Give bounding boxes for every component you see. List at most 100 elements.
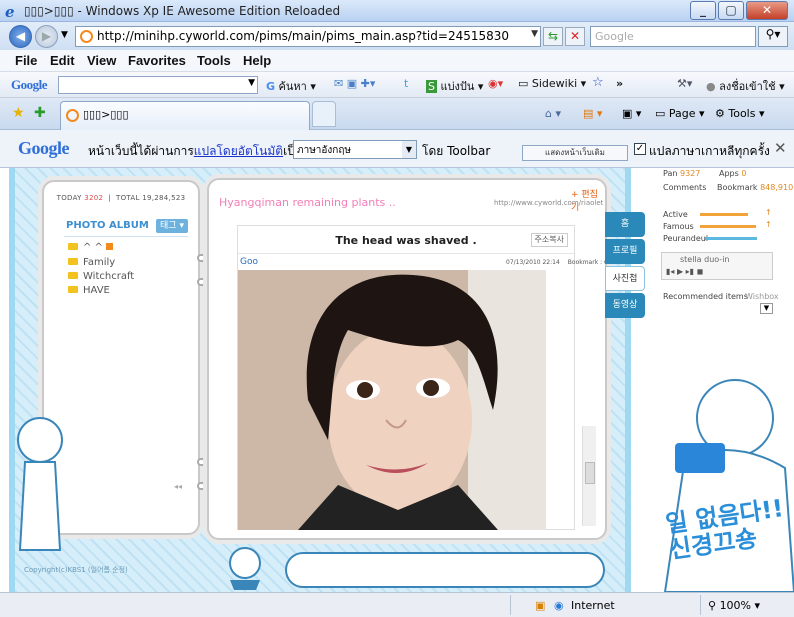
tab-home[interactable]: 홈 xyxy=(605,212,645,237)
window-title-bar: e ▯▯▯>▯▯▯ - Windows Xp IE Awesome Editio… xyxy=(0,0,794,22)
post-author[interactable]: Goo xyxy=(240,257,258,267)
tools-menu[interactable]: ⚙ Tools ▾ xyxy=(715,107,765,120)
stop-button[interactable]: ✕ xyxy=(565,27,585,46)
always-translate-checkbox[interactable]: ✓ xyxy=(634,143,646,155)
translate-message: หน้าเว็บนี้ได้ผ่านการแปลโดยอัตโนมัติเป็น xyxy=(88,144,303,158)
scroll-arrows-icon[interactable]: ◂◂ xyxy=(174,482,182,491)
cartoon-girl-icon xyxy=(229,547,261,590)
menu-view[interactable]: View xyxy=(87,53,116,68)
zoom-level[interactable]: ⚲ 100% ▾ xyxy=(708,599,760,612)
address-dropdown-icon[interactable]: ▼ xyxy=(531,29,538,39)
address-bar-input[interactable]: http://minihp.cyworld.com/pims/main/pims… xyxy=(75,26,541,47)
favorites-star-icon[interactable]: ★ xyxy=(12,105,25,121)
tab-photo-album[interactable]: 사진첩 xyxy=(605,266,645,291)
chevron-down-icon: ▼ xyxy=(402,141,416,158)
new-badge-icon xyxy=(105,243,113,250)
by-toolbar-label: โดย Toolbar xyxy=(422,144,491,158)
up-arrow-icon: ↑ xyxy=(765,220,772,229)
menu-help[interactable]: Help xyxy=(243,53,271,68)
translate-icon[interactable]: ◉▾ xyxy=(488,77,503,90)
language-select[interactable]: ภาษาอังกฤษ ▼ xyxy=(293,140,417,159)
print-icon[interactable]: ▣ ▾ xyxy=(622,107,641,120)
maximize-button[interactable]: ▢ xyxy=(718,1,744,20)
back-button[interactable]: ◀ xyxy=(9,25,32,48)
up-arrow-icon: ↑ xyxy=(765,208,772,217)
sidewiki-button[interactable]: ▭ Sidewiki ▾ xyxy=(518,77,586,90)
always-translate-label: แปลภาษาเกาหลีทุกครั้ง xyxy=(649,144,770,158)
album-heading: Hyangqiman remaining plants .. xyxy=(219,196,396,209)
menu-favorites[interactable]: Favorites xyxy=(128,53,186,68)
protected-mode-icon: ▣ xyxy=(535,599,546,612)
scrollbar-thumb[interactable] xyxy=(585,462,595,484)
feeds-icon[interactable]: ▤ ▾ xyxy=(583,107,602,120)
folder-item[interactable]: ^ ^ xyxy=(68,242,113,253)
ie-logo-icon: e xyxy=(5,3,15,21)
folder-icon xyxy=(68,286,78,293)
photo-post: The head was shaved . 주소복사 Goo 07/13/201… xyxy=(237,225,612,530)
home-icon[interactable]: ⌂ ▾ xyxy=(545,107,561,120)
post-scrollbar[interactable] xyxy=(582,426,596,526)
google-logo: Google xyxy=(18,138,70,158)
show-original-button[interactable]: แสดงหน้าเว็บเดิม xyxy=(522,145,628,161)
share-button[interactable]: S แบ่งปัน ▾ xyxy=(426,77,483,95)
menu-edit[interactable]: Edit xyxy=(50,53,75,68)
folder-item-witchcraft[interactable]: Witchcraft xyxy=(68,271,134,282)
comments-stat: Comments xyxy=(663,183,707,192)
refresh-button[interactable]: ⇆ xyxy=(543,27,563,46)
photo-album-title: PHOTO ALBUM xyxy=(66,220,149,231)
address-row: ◀ ▶ ▼ http://minihp.cyworld.com/pims/mai… xyxy=(0,22,794,50)
music-track: stella duo-in xyxy=(680,255,730,264)
signin-button[interactable]: ● ลงชื่อเข้าใช้ ▾ xyxy=(706,77,785,95)
history-dropdown-icon[interactable]: ▼ xyxy=(61,30,68,40)
speech-bubble xyxy=(285,552,605,588)
dropdown-icon[interactable]: ▼ xyxy=(248,78,255,88)
recommended-label: Recommended items xyxy=(663,292,748,301)
close-window-button[interactable]: ✕ xyxy=(746,1,788,20)
minihome-right-page: Hyangqiman remaining plants .. + 편집기 htt… xyxy=(207,178,612,540)
menu-tools[interactable]: Tools xyxy=(197,53,231,68)
chevron-down-icon[interactable]: ▼ xyxy=(760,303,773,314)
right-panel: Pan 9327 Apps 0 Comments Bookmark 848,91… xyxy=(645,168,794,592)
new-tab-button[interactable] xyxy=(312,101,336,127)
status-bar: ▣ ◉ Internet ⚲ 100% ▾ xyxy=(0,592,794,617)
google-search-input[interactable]: ▼ xyxy=(58,76,258,94)
tabs-bar: ★ ✚ ▯▯▯>▯▯▯ ⌂ ▾ ▤ ▾ ▣ ▾ ▭ Page ▾ ⚙ Tools… xyxy=(0,98,794,130)
twitter-icon[interactable]: t xyxy=(404,77,408,90)
close-translate-icon[interactable]: ✕ xyxy=(774,139,787,157)
folder-item-family[interactable]: Family xyxy=(68,257,115,268)
tab-video[interactable]: 동영상 xyxy=(605,293,645,318)
toolbar-mail-icon[interactable]: ✉ ▣ ✚▾ xyxy=(334,77,375,90)
forward-button[interactable]: ▶ xyxy=(35,25,58,48)
player-controls-icon[interactable]: ▮◂ ▶ ▸▮ ◼ xyxy=(666,267,703,276)
bookmark-star-icon[interactable]: ☆ xyxy=(592,75,604,90)
wrench-icon[interactable]: ⚒▾ xyxy=(677,77,692,90)
window-title: ▯▯▯>▯▯▯ - Windows Xp IE Awesome Edition … xyxy=(24,4,341,18)
photo-image[interactable] xyxy=(238,270,546,530)
tab-profile[interactable]: 프로필 xyxy=(605,239,645,264)
page-menu[interactable]: ▭ Page ▾ xyxy=(655,107,705,120)
folder-item-have[interactable]: HAVE xyxy=(68,285,110,296)
folder-icon xyxy=(68,272,78,279)
active-bar xyxy=(700,213,748,216)
copy-address-button[interactable]: 주소복사 xyxy=(530,233,568,247)
google-toolbar: Google ▼ G ค้นหา ▾ ✉ ▣ ✚▾ t S แบ่งปัน ▾ … xyxy=(0,72,794,98)
more-tools-icon[interactable]: » xyxy=(616,77,623,90)
site-url: http://www.cyworld.com/riaolet xyxy=(494,199,604,207)
cartoon-girl-illustration xyxy=(663,379,794,592)
active-label: Active xyxy=(663,210,688,219)
post-title: The head was shaved . 주소복사 xyxy=(238,228,574,254)
google-search-button[interactable]: G ค้นหา ▾ xyxy=(266,77,316,95)
minimize-button[interactable]: _ xyxy=(690,1,716,20)
tab-active[interactable]: ▯▯▯>▯▯▯ xyxy=(60,101,310,130)
add-favorite-icon[interactable]: ✚ xyxy=(34,105,46,121)
tag-button[interactable]: 태그 ▾ xyxy=(156,219,188,233)
famous-bar xyxy=(700,225,756,228)
music-player[interactable]: stella duo-in ▮◂ ▶ ▸▮ ◼ xyxy=(661,252,773,280)
famous-label: Famous xyxy=(663,222,694,231)
auto-translate-link[interactable]: แปลโดยอัตโนมัติ xyxy=(194,144,283,158)
peurandeul-bar xyxy=(705,237,757,240)
search-input[interactable]: Google xyxy=(590,26,756,47)
search-icon[interactable]: ⚲▾ xyxy=(758,26,788,47)
bookmark-stat: Bookmark 848,910 xyxy=(717,183,794,192)
menu-file[interactable]: File xyxy=(15,53,37,68)
